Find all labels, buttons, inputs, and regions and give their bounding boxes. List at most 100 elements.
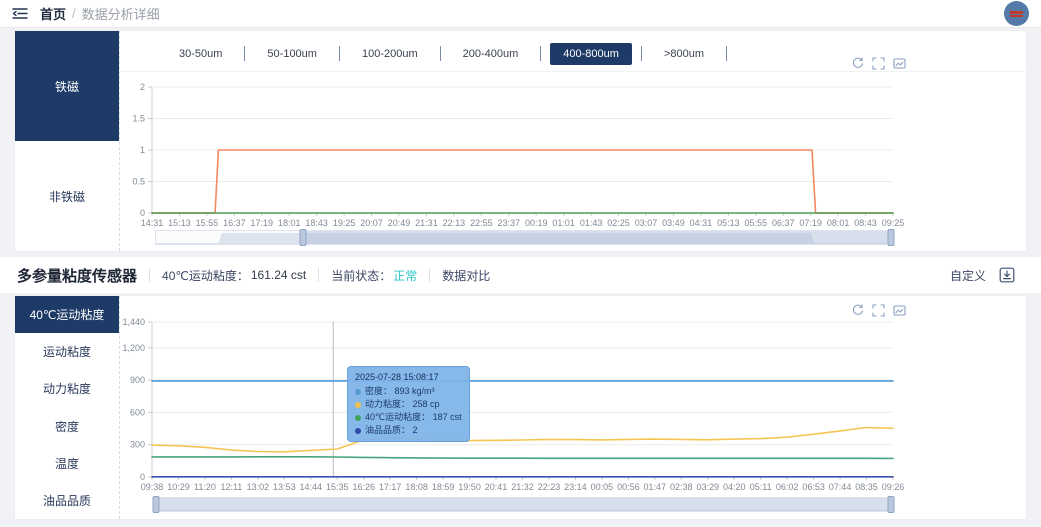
sidebar-item-铁磁[interactable]: 铁磁 <box>15 31 119 141</box>
section-title: 多参量粘度传感器 <box>17 267 138 285</box>
sidebar-item-非铁磁[interactable]: 非铁磁 <box>15 141 119 251</box>
sidebar-item-运动粘度[interactable]: 运动粘度 <box>15 333 119 371</box>
svg-text:19:50: 19:50 <box>458 482 481 492</box>
chart1-datazoom-slider[interactable] <box>155 229 895 246</box>
svg-text:0: 0 <box>140 472 145 482</box>
svg-text:15:35: 15:35 <box>326 482 349 492</box>
datazoom-handle-left[interactable] <box>152 496 160 513</box>
svg-text:04:31: 04:31 <box>690 218 713 228</box>
sidebar-item-油品品质[interactable]: 油品品质 <box>15 481 119 520</box>
user-avatar[interactable] <box>1004 1 1029 26</box>
svg-text:16:26: 16:26 <box>352 482 375 492</box>
viscosity-metric-label: 40℃运动粘度： <box>162 268 249 283</box>
status-value: 正常 <box>393 268 418 283</box>
custom-button[interactable]: 自定义 <box>950 267 986 284</box>
svg-text:06:02: 06:02 <box>776 482 799 492</box>
svg-text:06:53: 06:53 <box>802 482 825 492</box>
sensor-section-header: 多参量粘度传感器 40℃运动粘度： 161.24 cst 当前状态： 正常 数据… <box>0 257 1041 293</box>
svg-text:05:11: 05:11 <box>750 482 772 492</box>
svg-text:03:07: 03:07 <box>635 218 658 228</box>
svg-text:21:32: 21:32 <box>511 482 534 492</box>
export-icon[interactable] <box>999 267 1015 283</box>
breadcrumb-home[interactable]: 首页 <box>40 4 66 23</box>
svg-text:17:19: 17:19 <box>251 218 274 228</box>
svg-text:08:35: 08:35 <box>855 482 878 492</box>
viscosity-panel: 40℃运动粘度 运动粘度 动力粘度 密度 温度 油品品质 0 300 600 900 1,200 1… <box>14 295 1027 520</box>
svg-text:13:02: 13:02 <box>247 482 270 492</box>
datazoom-handle-left[interactable] <box>299 229 307 246</box>
data-compare-link[interactable]: 数据对比 <box>442 267 490 284</box>
svg-text:2: 2 <box>140 82 145 92</box>
svg-text:14:31: 14:31 <box>141 218 164 228</box>
svg-text:15:55: 15:55 <box>196 218 219 228</box>
svg-text:08:43: 08:43 <box>854 218 877 228</box>
svg-text:15:13: 15:13 <box>168 218 191 228</box>
svg-text:00:19: 00:19 <box>525 218 548 228</box>
svg-text:01:01: 01:01 <box>552 218 575 228</box>
svg-text:14:44: 14:44 <box>300 482 323 492</box>
breadcrumb-current: 数据分析详细 <box>81 7 160 22</box>
datazoom-handle-right[interactable] <box>887 229 895 246</box>
svg-text:22:13: 22:13 <box>443 218 466 228</box>
svg-text:07:44: 07:44 <box>829 482 852 492</box>
svg-text:01:47: 01:47 <box>644 482 667 492</box>
chart2-datazoom-slider[interactable] <box>152 496 895 513</box>
viscosity-sidebar: 40℃运动粘度 运动粘度 动力粘度 密度 温度 油品品质 <box>15 296 120 520</box>
svg-text:12:11: 12:11 <box>220 482 242 492</box>
sidebar-item-密度[interactable]: 密度 <box>15 407 119 445</box>
sidebar-item-40℃运动粘度[interactable]: 40℃运动粘度 <box>15 296 119 334</box>
svg-text:18:08: 18:08 <box>405 482 428 492</box>
svg-text:03:49: 03:49 <box>662 218 685 228</box>
svg-text:01:43: 01:43 <box>580 218 603 228</box>
svg-text:900: 900 <box>130 375 145 385</box>
divider <box>318 268 320 282</box>
svg-text:17:17: 17:17 <box>379 482 402 492</box>
svg-text:0: 0 <box>140 208 145 218</box>
svg-text:19:25: 19:25 <box>333 218 356 228</box>
svg-text:05:13: 05:13 <box>717 218 740 228</box>
svg-text:20:41: 20:41 <box>485 482 508 492</box>
svg-text:02:25: 02:25 <box>607 218 630 228</box>
svg-text:20:07: 20:07 <box>360 218 383 228</box>
sidebar-item-温度[interactable]: 温度 <box>15 444 119 482</box>
svg-text:09:26: 09:26 <box>882 482 905 492</box>
svg-text:22:23: 22:23 <box>538 482 561 492</box>
svg-text:02:38: 02:38 <box>670 482 693 492</box>
svg-text:0.5: 0.5 <box>132 177 145 187</box>
avatar-logo <box>1010 10 1023 17</box>
svg-text:600: 600 <box>130 407 145 417</box>
particle-sidebar: 铁磁 非铁磁 <box>15 31 120 251</box>
breadcrumb-separator: / <box>72 6 76 21</box>
svg-text:1,440: 1,440 <box>122 317 145 327</box>
svg-text:00:56: 00:56 <box>617 482 640 492</box>
divider <box>149 268 151 282</box>
svg-text:09:38: 09:38 <box>141 482 164 492</box>
sidebar-item-动力粘度[interactable]: 动力粘度 <box>15 370 119 408</box>
svg-text:23:14: 23:14 <box>564 482 587 492</box>
viscosity-chart[interactable]: 0 300 600 900 1,200 1,440 09:38 10:29 11:20 12:11… <box>119 300 1027 492</box>
svg-text:16:37: 16:37 <box>223 218 246 228</box>
datazoom-selected-range[interactable] <box>156 498 891 511</box>
svg-text:09:25: 09:25 <box>882 218 905 228</box>
datazoom-handle-right[interactable] <box>887 496 895 513</box>
svg-text:07:19: 07:19 <box>799 218 822 228</box>
svg-text:13:53: 13:53 <box>273 482 296 492</box>
svg-text:03:29: 03:29 <box>696 482 719 492</box>
svg-text:08:01: 08:01 <box>827 218 850 228</box>
svg-text:1.5: 1.5 <box>132 114 145 124</box>
svg-text:11:20: 11:20 <box>194 482 216 492</box>
svg-text:04:20: 04:20 <box>723 482 746 492</box>
svg-text:00:05: 00:05 <box>591 482 614 492</box>
svg-text:10:29: 10:29 <box>167 482 190 492</box>
page: 首页 / 数据分析详细 铁磁 非铁磁 30-50um 50-100um 100-200… <box>0 0 1041 527</box>
svg-text:23:37: 23:37 <box>498 218 521 228</box>
status-label: 当前状态： <box>331 268 392 283</box>
datazoom-selected-range[interactable] <box>303 231 891 244</box>
svg-text:05:55: 05:55 <box>745 218 768 228</box>
menu-fold-icon[interactable] <box>12 7 28 20</box>
particle-chart[interactable]: 0 0.5 1 1.5 2 14:31 15:13 15:55 16:37 17:19 18:01 1… <box>119 50 1027 228</box>
svg-text:20:49: 20:49 <box>388 218 411 228</box>
svg-text:1: 1 <box>140 145 145 155</box>
svg-text:18:01: 18:01 <box>278 218 301 228</box>
divider <box>429 268 431 282</box>
